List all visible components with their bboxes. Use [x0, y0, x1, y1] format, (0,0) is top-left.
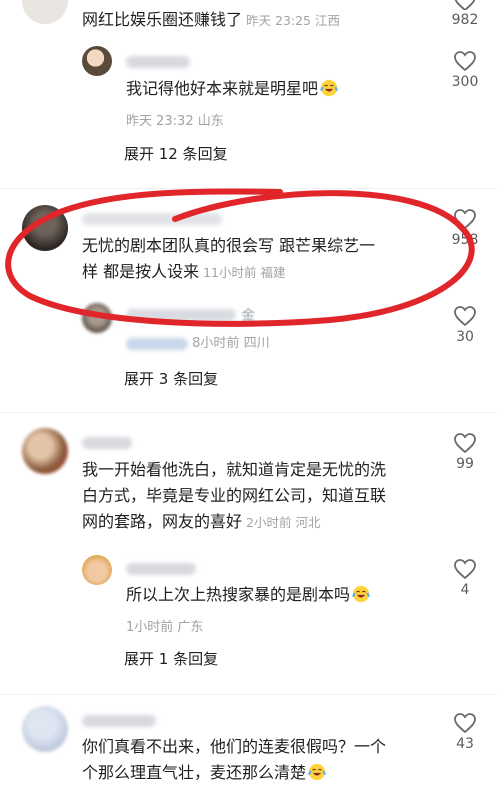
heart-icon[interactable]: [438, 305, 492, 327]
username-blurred[interactable]: [82, 715, 156, 727]
avatar[interactable]: [22, 428, 68, 474]
reply-like-button[interactable]: 300: [438, 50, 492, 90]
like-count: 982: [451, 12, 479, 28]
crying-laughing-emoji-icon: [351, 585, 371, 603]
like-count: 99: [456, 456, 474, 472]
heart-icon[interactable]: [438, 208, 492, 230]
heart-icon[interactable]: [438, 712, 492, 734]
reply-avatar[interactable]: [82, 555, 112, 585]
reply-meta: 1小时前 广东: [126, 620, 204, 635]
reply-meta: 昨天 23:32 山东: [126, 114, 224, 129]
avatar[interactable]: [22, 706, 68, 752]
heart-icon[interactable]: [438, 0, 492, 10]
like-count: 958: [451, 232, 479, 248]
like-count: 30: [456, 329, 474, 345]
reply-avatar[interactable]: [82, 46, 112, 76]
like-button[interactable]: 99: [438, 432, 492, 472]
reply-text: 我记得他好本来就是明星吧: [126, 76, 426, 102]
like-count: 300: [451, 74, 479, 90]
divider: [0, 188, 498, 189]
like-count: 43: [456, 736, 474, 752]
reply-username-blurred[interactable]: [126, 563, 196, 575]
like-count: 4: [460, 582, 470, 598]
red-annotation-circle: [5, 188, 475, 327]
crying-laughing-emoji-icon: [319, 79, 339, 97]
like-button[interactable]: 982: [438, 0, 492, 28]
comment-text: 网红比娱乐圈还赚钱了 昨天 23:25 江西: [82, 10, 341, 29]
expand-replies-button[interactable]: 展开 1 条回复: [124, 648, 218, 669]
reply-text: 所以上次上热搜家暴的是剧本吗: [126, 582, 426, 608]
avatar[interactable]: [22, 0, 68, 24]
comment-meta: 11小时前 福建: [203, 265, 286, 280]
expand-replies-button[interactable]: 展开 12 条回复: [124, 143, 228, 164]
comment-text: 无忧的剧本团队真的很会写 跟芒果综艺一 样 都是按人设来 11小时前 福建: [82, 236, 376, 281]
divider: [0, 694, 498, 695]
reply-username-blurred[interactable]: 金: [126, 304, 255, 324]
comment-text: 我一开始看他洗白，就知道肯定是无忧的洗 白方式，毕竟是专业的网红公司，知道互联 …: [82, 460, 387, 531]
username-blurred[interactable]: [82, 437, 132, 449]
heart-icon[interactable]: [438, 558, 492, 580]
reply-like-button[interactable]: 4: [438, 558, 492, 598]
reply-meta: 8小时前 四川: [126, 332, 270, 351]
like-button[interactable]: 958: [438, 208, 492, 248]
comment-text: 你们真看不出来，他们的连麦很假吗？一个 个那么理直气壮，麦还那么清楚: [82, 737, 387, 782]
comment-meta: 昨天 23:25 江西: [246, 13, 341, 28]
heart-icon[interactable]: [438, 50, 492, 72]
crying-laughing-emoji-icon: [307, 763, 327, 781]
comment-meta: 2小时前 河北: [246, 515, 321, 530]
divider: [0, 412, 498, 413]
expand-replies-button[interactable]: 展开 3 条回复: [124, 368, 218, 389]
reply-like-button[interactable]: 30: [438, 305, 492, 345]
like-button[interactable]: 43: [438, 712, 492, 752]
reply-username-blurred[interactable]: [126, 56, 190, 68]
reply-avatar[interactable]: [82, 303, 112, 333]
username-blurred[interactable]: [82, 213, 222, 225]
avatar[interactable]: [22, 205, 68, 251]
heart-icon[interactable]: [438, 432, 492, 454]
